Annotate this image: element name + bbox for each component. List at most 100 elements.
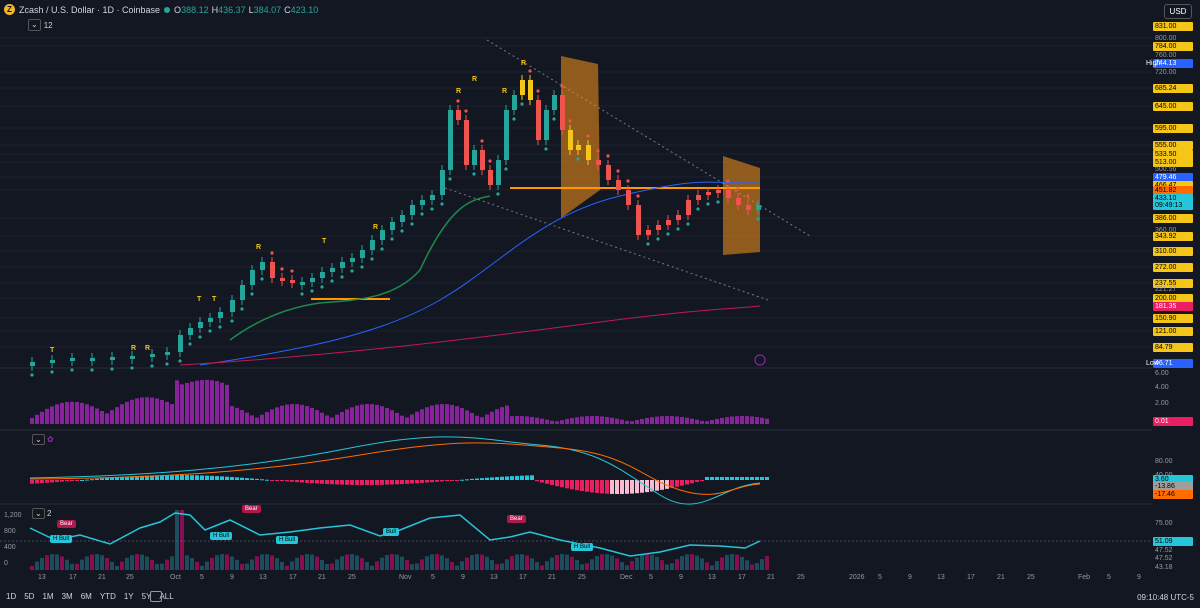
- candle-body[interactable]: [756, 205, 761, 210]
- date-range-icon[interactable]: [150, 591, 162, 602]
- candle-body[interactable]: [586, 145, 591, 160]
- candle-body[interactable]: [150, 354, 155, 357]
- timeframe-button[interactable]: 1D: [6, 592, 16, 601]
- candle-body[interactable]: [520, 80, 525, 95]
- candle-body[interactable]: [440, 170, 445, 195]
- timeframe-button[interactable]: 6M: [81, 592, 92, 601]
- candle-body[interactable]: [208, 318, 213, 322]
- candle-body[interactable]: [320, 272, 325, 278]
- timeframe-button[interactable]: 3M: [62, 592, 73, 601]
- clock[interactable]: 09:10:48 UTC-5: [1137, 593, 1194, 602]
- candle-body[interactable]: [544, 110, 549, 140]
- divergence-bull-label[interactable]: H Bull: [210, 532, 233, 540]
- collapse-icon[interactable]: ⌄: [32, 434, 45, 445]
- candle-body[interactable]: [716, 190, 721, 193]
- candle-body[interactable]: [676, 215, 681, 220]
- candle-body[interactable]: [380, 230, 385, 240]
- candle-body[interactable]: [165, 352, 170, 355]
- candle-body[interactable]: [340, 262, 345, 268]
- candle-body[interactable]: [488, 170, 493, 185]
- divergence-bear-label[interactable]: Bear: [57, 520, 76, 528]
- divergence-bear-label[interactable]: Bear: [507, 515, 526, 523]
- ema-200-line[interactable]: [179, 305, 761, 366]
- candle-body[interactable]: [656, 225, 661, 230]
- candle-body[interactable]: [430, 195, 435, 200]
- candle-body[interactable]: [706, 192, 711, 195]
- candle-body[interactable]: [240, 285, 245, 300]
- timeframe-button[interactable]: 1M: [42, 592, 53, 601]
- price-chart-canvas[interactable]: [0, 0, 1152, 575]
- ema-20-line[interactable]: [229, 195, 491, 341]
- candle-body[interactable]: [50, 360, 55, 363]
- divergence-bull-label[interactable]: H Bull: [571, 543, 594, 551]
- timeframe-button[interactable]: YTD: [100, 592, 116, 601]
- candle-body[interactable]: [646, 230, 651, 235]
- candle-body[interactable]: [552, 95, 557, 110]
- candle-body[interactable]: [420, 200, 425, 205]
- candle-body[interactable]: [110, 357, 115, 360]
- candle-body[interactable]: [528, 80, 533, 100]
- candle-body[interactable]: [90, 358, 95, 361]
- candle-body[interactable]: [270, 262, 275, 278]
- candle-body[interactable]: [472, 150, 477, 165]
- candle-body[interactable]: [560, 95, 565, 130]
- candle-body[interactable]: [696, 195, 701, 200]
- candle-body[interactable]: [290, 280, 295, 283]
- candle-body[interactable]: [464, 120, 469, 165]
- supply-zone-2[interactable]: [723, 156, 760, 255]
- candle-body[interactable]: [350, 258, 355, 262]
- candle-body[interactable]: [30, 362, 35, 366]
- timeframe-button[interactable]: 5D: [24, 592, 34, 601]
- candle-body[interactable]: [230, 300, 235, 312]
- candle-body[interactable]: [448, 110, 453, 170]
- candle-body[interactable]: [568, 130, 573, 150]
- candle-body[interactable]: [370, 240, 375, 250]
- candles-group[interactable]: [30, 69, 761, 377]
- candle-body[interactable]: [626, 190, 631, 205]
- price-axis[interactable]: 831.00 800.00 784.00 760.00 744.13 720.00 685.…: [1152, 0, 1200, 575]
- candle-body[interactable]: [606, 165, 611, 180]
- candle-body[interactable]: [686, 200, 691, 215]
- time-axis[interactable]: 13 17 21 25 Oct 5 9 13 17 21 25 Nov 5 9 13 17 21 25 Dec 5 9 1…: [0, 573, 1152, 585]
- candle-body[interactable]: [536, 100, 541, 140]
- wedge-upper-trendline[interactable]: [486, 39, 811, 237]
- candle-body[interactable]: [456, 110, 461, 120]
- candle-body[interactable]: [310, 278, 315, 282]
- candle-body[interactable]: [400, 215, 405, 222]
- candle-body[interactable]: [280, 278, 285, 281]
- candle-body[interactable]: [480, 150, 485, 170]
- candle-body[interactable]: [576, 145, 581, 150]
- macd-settings-icon[interactable]: ✿: [47, 435, 54, 444]
- candle-body[interactable]: [596, 160, 601, 165]
- candle-body[interactable]: [130, 356, 135, 359]
- candle-body[interactable]: [218, 312, 223, 318]
- candle-body[interactable]: [616, 180, 621, 190]
- candle-body[interactable]: [178, 335, 183, 352]
- event-marker-icon[interactable]: [754, 354, 766, 366]
- candle-body[interactable]: [300, 282, 305, 285]
- candle-body[interactable]: [636, 205, 641, 235]
- collapse-icon[interactable]: ⌄: [32, 508, 45, 519]
- rsi-pane-controls[interactable]: ⌄ 2: [32, 508, 51, 519]
- candle-body[interactable]: [746, 205, 751, 210]
- macd-pane-controls[interactable]: ⌄ ✿: [32, 434, 54, 445]
- candle-body[interactable]: [410, 205, 415, 215]
- candle-body[interactable]: [504, 110, 509, 160]
- candle-body[interactable]: [250, 270, 255, 285]
- divergence-bull-label[interactable]: H Bull: [50, 535, 73, 543]
- candle-body[interactable]: [260, 262, 265, 270]
- candle-body[interactable]: [70, 358, 75, 361]
- candle-body[interactable]: [198, 322, 203, 328]
- candle-body[interactable]: [360, 250, 365, 258]
- candle-body[interactable]: [390, 222, 395, 230]
- candle-body[interactable]: [330, 268, 335, 272]
- timeframe-button[interactable]: 1Y: [124, 592, 134, 601]
- candle-body[interactable]: [496, 160, 501, 185]
- candle-body[interactable]: [188, 328, 193, 335]
- candle-body[interactable]: [666, 220, 671, 225]
- divergence-bull-label[interactable]: Bull: [383, 528, 400, 536]
- divergence-bull-label[interactable]: H Bull: [276, 536, 299, 544]
- candle-body[interactable]: [736, 198, 741, 205]
- candle-body[interactable]: [512, 95, 517, 110]
- candle-body[interactable]: [726, 190, 731, 198]
